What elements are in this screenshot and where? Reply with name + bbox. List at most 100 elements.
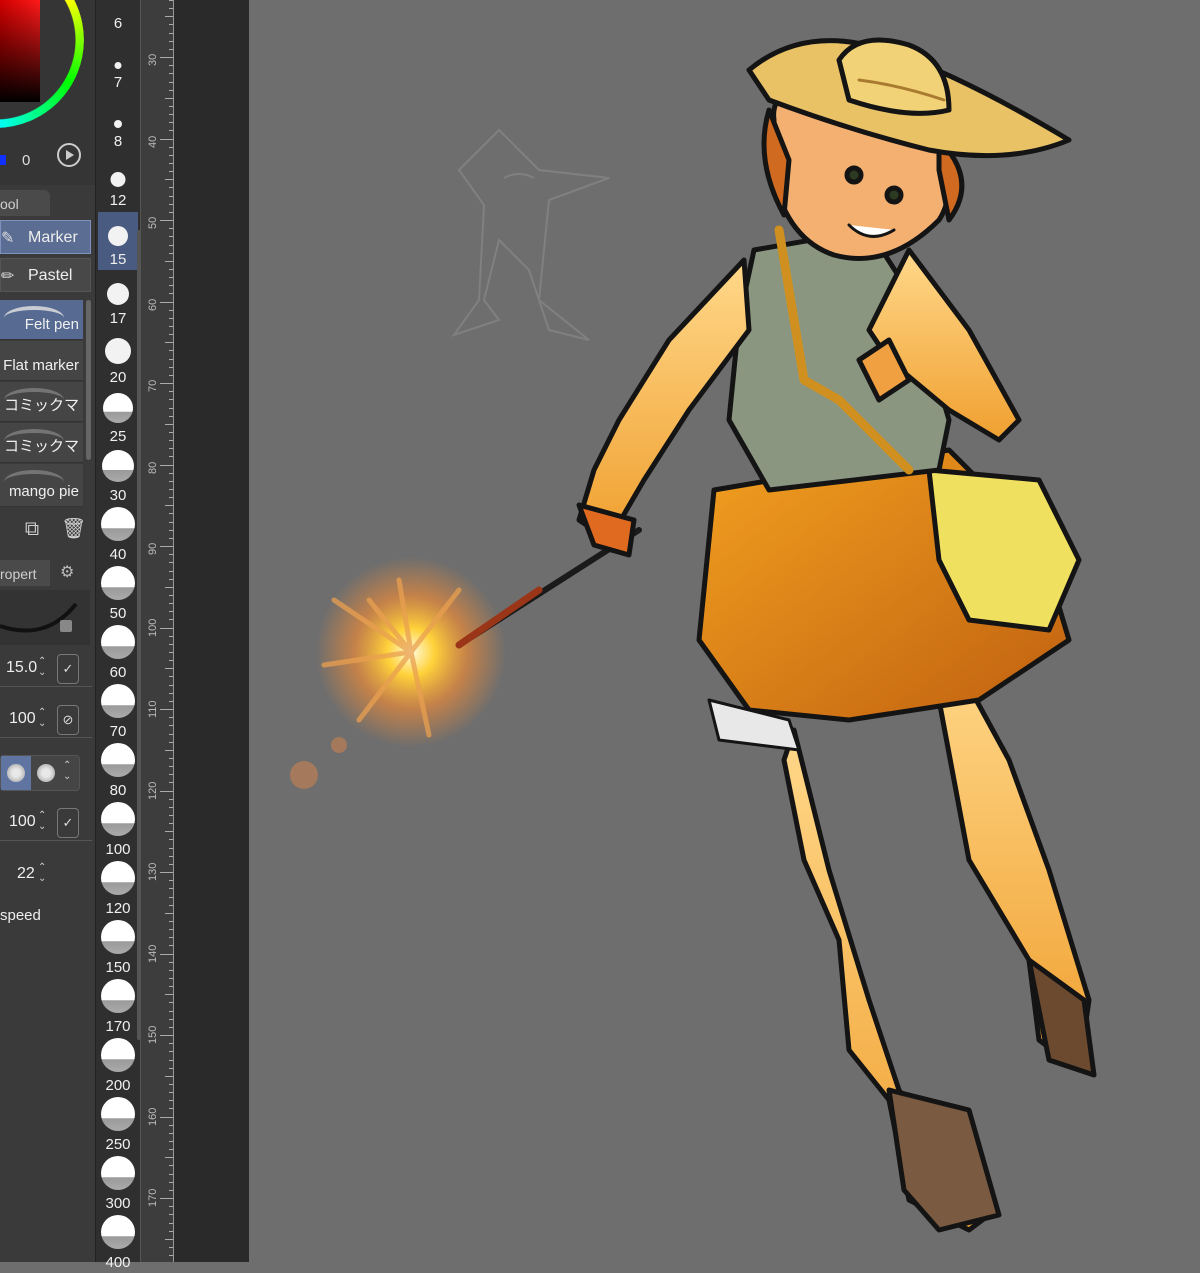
brush-size-stepper-icon[interactable]: ⌃ ⌄ [38,656,46,678]
brush-tip-preview [102,450,134,482]
density-pressure-icon[interactable]: ✓ [57,808,79,838]
ruler-label: 90 [147,542,159,555]
brush-size-option[interactable]: 60 [98,625,138,683]
brush-size-option[interactable]: 100 [98,802,138,860]
saturation-value-square[interactable] [0,0,40,102]
brush-size-row[interactable]: 15.0 ⌃ ⌄ ✓ [0,652,92,687]
brush-size-label: 20 [109,369,127,386]
opacity-toggle-icon[interactable]: ⊘ [57,705,79,735]
brush-comic-2[interactable]: コミックマ [0,423,83,463]
brush-size-option[interactable]: 300 [98,1156,138,1214]
sub-tool-label: Marker [28,229,78,246]
color-wheel-area: 0 [0,0,95,185]
brush-size-option[interactable]: 15 [98,212,138,270]
brush-size-label: 70 [109,723,127,740]
brush-tip-preview [101,861,135,895]
brush-size-label: 7 [113,74,123,91]
ruler-tick [160,464,174,466]
density-row[interactable]: 100 ⌃ ⌄ ✓ [0,806,92,841]
pressure-icon[interactable]: ✓ [57,654,79,684]
color-indicator [0,155,6,165]
hue-value: 0 [22,152,31,169]
brush-tip-preview [103,393,133,423]
brush-tip-preview [101,625,135,659]
ruler-label: 40 [147,135,159,148]
brush-tip-preview [101,1215,135,1249]
brush-size-label: 400 [105,1254,131,1271]
opacity-row[interactable]: 100 ⌃ ⌄ ⊘ [0,703,92,738]
brush-size-label: 30 [109,487,127,504]
brush-size-option[interactable]: 250 [98,1097,138,1155]
brush-tip-preview [101,1097,135,1131]
brush-shape-selector[interactable]: ⌃ ⌄ [0,755,80,791]
brush-size-option[interactable]: 20 [98,330,138,388]
sub-tool-tab[interactable]: ool [0,190,50,216]
sub-tool-marker[interactable]: ✎ Marker [0,220,91,254]
brush-size-option[interactable]: 120 [98,861,138,919]
brush-size-option[interactable]: 7 [98,35,138,93]
brush-size-option[interactable]: 150 [98,920,138,978]
brush-tip-preview [105,338,131,364]
sliders-icon[interactable]: ⚙ [60,562,82,582]
drawing-canvas[interactable] [249,0,1200,1262]
ruler-tick [160,1116,174,1118]
brush-size-label: 120 [105,900,131,917]
trash-icon[interactable]: 🗑 [61,517,86,541]
brush-label: Flat marker [3,357,79,374]
brush-tip-preview [101,979,135,1013]
stabilization-row[interactable]: 22 ⌃ ⌄ [0,858,92,892]
brush-size-label: 40 [109,546,127,563]
brush-size-label: 250 [105,1136,131,1153]
brush-flat-marker[interactable]: Flat marker [0,341,83,381]
brush-size-option[interactable]: 170 [98,979,138,1037]
brush-size-option[interactable]: 80 [98,743,138,801]
ruler-label: 80 [147,461,159,474]
background-sketch [451,128,610,341]
brush-size-option[interactable]: 40 [98,507,138,565]
tool-property-tab[interactable]: ropert [0,560,50,586]
brush-size-label: 80 [109,782,127,799]
stabilization-stepper-icon[interactable]: ⌃ ⌄ [38,862,46,884]
hard-brush-tip-icon[interactable] [1,756,31,790]
brush-size-option[interactable]: 12 [98,153,138,211]
brush-tip-preview [101,920,135,954]
ruler-tick [160,301,174,303]
brush-size-label: 25 [109,428,127,445]
play-icon[interactable] [57,143,81,167]
brush-size-option[interactable]: 70 [98,684,138,742]
tool-property-tab-label: ropert [0,566,37,582]
marker-icon: ✎ [1,230,15,247]
ruler-tick [160,872,174,874]
brush-label: Felt pen [24,316,79,333]
brush-size-option[interactable]: 6 [98,0,138,34]
brush-comic-1[interactable]: コミックマ [0,382,83,422]
ruler-tick [160,1035,174,1037]
brush-size-option[interactable]: 25 [98,389,138,447]
brush-size-label: 200 [105,1077,131,1094]
brush-size-option[interactable]: 200 [98,1038,138,1096]
brush-size-label: 8 [113,133,123,150]
soft-brush-tip-icon[interactable] [31,756,61,790]
brush-tip-preview [110,172,126,187]
density-stepper-icon[interactable]: ⌃ ⌄ [38,810,46,832]
brush-size-label: 17 [109,310,127,327]
brush-tip-preview [114,120,122,128]
brush-mango-pie[interactable]: mango pie [0,464,83,507]
brush-size-option[interactable]: 17 [98,271,138,329]
brush-size-option[interactable]: 30 [98,448,138,506]
brush-size-option[interactable]: 50 [98,566,138,624]
character-figure [576,37,1097,1233]
ruler-tick [160,790,174,792]
pastel-icon: ✏ [1,268,15,285]
duplicate-icon[interactable]: ⧉ [20,517,44,541]
brush-size-option[interactable]: 8 [98,94,138,152]
brush-tip-preview [101,1038,135,1072]
sub-tool-pastel[interactable]: ✏ Pastel [0,258,91,292]
brush-felt-pen[interactable]: Felt pen [0,300,83,340]
brush-list-scrollbar[interactable] [86,300,91,460]
ruler-label: 170 [147,1188,159,1207]
brush-size-label: 100 [105,841,131,858]
opacity-stepper-icon[interactable]: ⌃ ⌄ [38,707,46,729]
brush-size-option[interactable]: 400 [98,1215,138,1273]
shape-stepper-icon[interactable]: ⌃ ⌄ [63,760,71,782]
